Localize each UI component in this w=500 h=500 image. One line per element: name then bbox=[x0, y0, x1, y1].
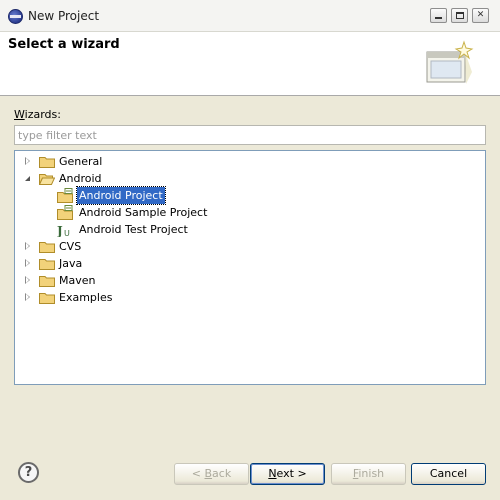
filter-input[interactable] bbox=[14, 125, 486, 145]
expand-icon[interactable] bbox=[25, 242, 30, 250]
wizards-label: Wizards: bbox=[14, 108, 61, 121]
wizard-banner-icon bbox=[426, 40, 474, 84]
title-bar[interactable]: New Project ✕ bbox=[0, 0, 500, 32]
folder-icon bbox=[39, 276, 55, 287]
junit-icon: JU bbox=[57, 224, 70, 237]
finish-button[interactable]: Finish bbox=[331, 463, 406, 485]
folder-open-icon bbox=[39, 174, 55, 185]
window-title: New Project bbox=[28, 9, 100, 23]
close-button[interactable]: ✕ bbox=[472, 8, 489, 23]
minimize-button[interactable] bbox=[430, 8, 447, 23]
expand-icon[interactable] bbox=[25, 293, 30, 301]
new-project-dialog: New Project ✕ Select a wizard Wizards: G… bbox=[0, 0, 500, 500]
cancel-button[interactable]: Cancel bbox=[411, 463, 486, 485]
svg-text:J: J bbox=[57, 224, 63, 237]
next-button[interactable]: Next > bbox=[250, 463, 325, 485]
maximize-icon bbox=[455, 12, 464, 19]
svg-text:U: U bbox=[64, 229, 70, 237]
folder-icon bbox=[39, 259, 55, 270]
expand-icon[interactable] bbox=[25, 259, 30, 267]
android-project-icon bbox=[57, 188, 73, 203]
folder-icon bbox=[39, 157, 55, 168]
wizard-tree[interactable]: General Android Android Project Android … bbox=[14, 150, 486, 385]
help-icon: ? bbox=[24, 465, 33, 480]
collapse-icon[interactable] bbox=[25, 176, 30, 181]
wizard-header: Select a wizard bbox=[0, 32, 500, 96]
close-icon: ✕ bbox=[476, 10, 485, 20]
page-title: Select a wizard bbox=[8, 37, 120, 52]
folder-icon bbox=[39, 242, 55, 253]
help-button[interactable]: ? bbox=[18, 462, 39, 483]
eclipse-icon bbox=[8, 9, 23, 24]
maximize-button[interactable] bbox=[451, 8, 468, 23]
minimize-icon bbox=[435, 17, 442, 19]
expand-icon[interactable] bbox=[25, 157, 30, 165]
expand-icon[interactable] bbox=[25, 276, 30, 284]
android-project-icon bbox=[57, 205, 73, 220]
back-button[interactable]: < Back bbox=[174, 463, 249, 485]
folder-icon bbox=[39, 293, 55, 304]
